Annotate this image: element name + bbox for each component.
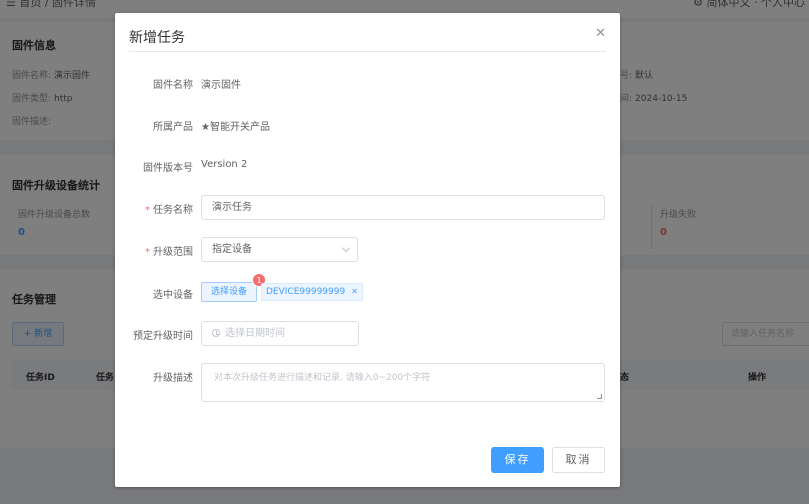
resize-handle-icon[interactable]	[597, 394, 602, 399]
required-mark: *	[145, 247, 150, 258]
version-value: Version 2	[201, 159, 248, 170]
task-name-input[interactable]: 演示任务	[201, 195, 605, 220]
required-mark: *	[145, 205, 150, 216]
scope-label: * 升级范围	[145, 247, 193, 258]
product-label: 所属产品	[153, 122, 193, 133]
task-name-label: * 任务名称	[145, 205, 193, 216]
scope-select-value: 指定设备	[212, 244, 252, 255]
tag-close-icon[interactable]: ✕	[351, 287, 358, 296]
new-task-dialog: 新增任务 ✕ 固件名称 演示固件 所属产品 ★智能开关产品 固件版本号 Vers…	[115, 13, 620, 487]
time-label: 预定升级时间	[133, 331, 193, 342]
product-value: ★智能开关产品	[201, 122, 270, 133]
device-tag-label: DEVICE99999999	[266, 287, 346, 297]
close-icon[interactable]: ✕	[595, 26, 606, 41]
time-placeholder: 选择日期时间	[225, 328, 285, 339]
desc-label: 升级描述	[153, 373, 193, 384]
chevron-down-icon	[341, 243, 351, 253]
dialog-divider	[129, 51, 606, 52]
desc-textarea[interactable]: 对本次升级任务进行描述和记录, 请输入0~200个字符	[201, 363, 605, 402]
save-button[interactable]: 保存	[491, 447, 544, 473]
version-label: 固件版本号	[143, 163, 193, 174]
cancel-button[interactable]: 取消	[552, 447, 605, 473]
dialog-title: 新增任务	[129, 30, 185, 46]
firmware-name-value: 演示固件	[201, 80, 241, 91]
clock-icon	[212, 329, 220, 337]
firmware-name-label: 固件名称	[153, 80, 193, 91]
schedule-time-picker[interactable]: 选择日期时间	[201, 321, 359, 346]
desc-placeholder: 对本次升级任务进行描述和记录, 请输入0~200个字符	[214, 373, 431, 383]
device-tag: DEVICE99999999 ✕	[261, 283, 363, 301]
select-device-button[interactable]: 选择设备	[201, 282, 257, 302]
device-label: 选中设备	[153, 290, 193, 301]
scope-select[interactable]: 指定设备	[201, 237, 358, 262]
